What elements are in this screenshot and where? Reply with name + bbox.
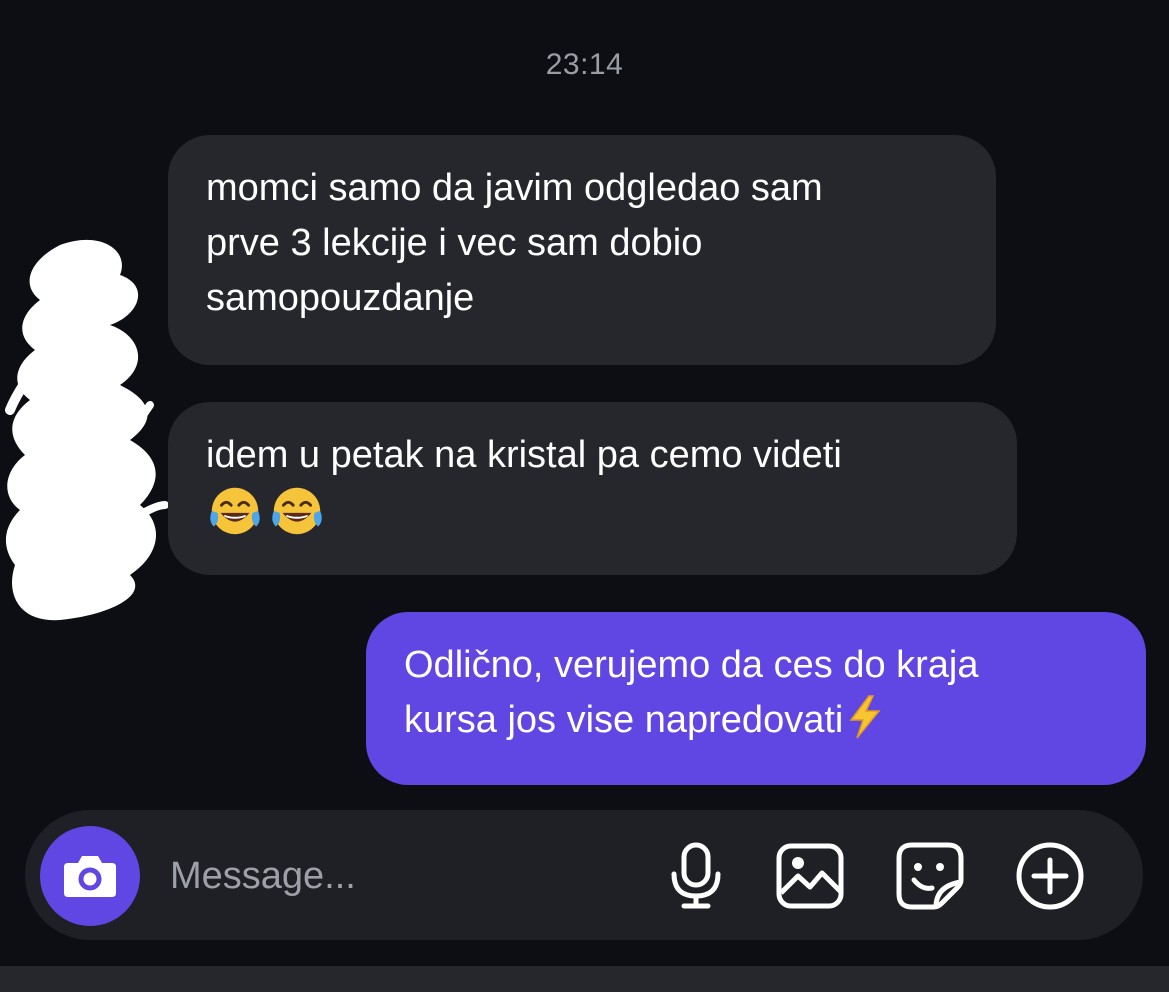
message-timestamp: 23:14 xyxy=(545,48,624,81)
message-input[interactable] xyxy=(170,848,610,904)
message-text-line: idem u petak na kristal pa cemo videti xyxy=(206,434,842,476)
message-text-line: Odlično, verujemo da ces do kraja xyxy=(404,644,979,686)
outgoing-message-bubble[interactable]: Odlično, verujemo da ces do kraja kursa … xyxy=(366,612,1146,785)
tears-of-joy-emoji-icon xyxy=(210,487,260,534)
message-text-line: samopouzdanje xyxy=(206,277,475,319)
sticker-button[interactable] xyxy=(894,840,966,912)
gallery-button[interactable] xyxy=(774,840,846,912)
camera-icon xyxy=(64,856,116,897)
message-text-line: prve 3 lekcije i vec sam dobio xyxy=(206,222,703,264)
incoming-message-bubble[interactable]: momci samo da javim odgledao sam prve 3 … xyxy=(168,135,996,365)
message-text-fragment: kursa jos vise napredovati xyxy=(404,699,844,741)
plus-icon xyxy=(1016,842,1084,910)
high-voltage-emoji-icon xyxy=(849,695,881,739)
sticker-icon xyxy=(896,842,964,910)
gallery-icon xyxy=(776,843,844,909)
bottom-bar xyxy=(0,966,1169,992)
message-text-line: momci samo da javim odgledao sam xyxy=(206,167,823,209)
voice-message-button[interactable] xyxy=(660,840,732,912)
more-options-button[interactable] xyxy=(1014,840,1086,912)
message-text-line: kursa jos vise napredovati xyxy=(404,693,1108,748)
microphone-icon xyxy=(671,842,721,909)
tears-of-joy-emoji-icon xyxy=(272,487,322,534)
incoming-message-bubble[interactable]: idem u petak na kristal pa cemo videti xyxy=(168,402,1017,575)
redaction-scribble xyxy=(5,239,169,621)
camera-button[interactable] xyxy=(40,826,140,926)
